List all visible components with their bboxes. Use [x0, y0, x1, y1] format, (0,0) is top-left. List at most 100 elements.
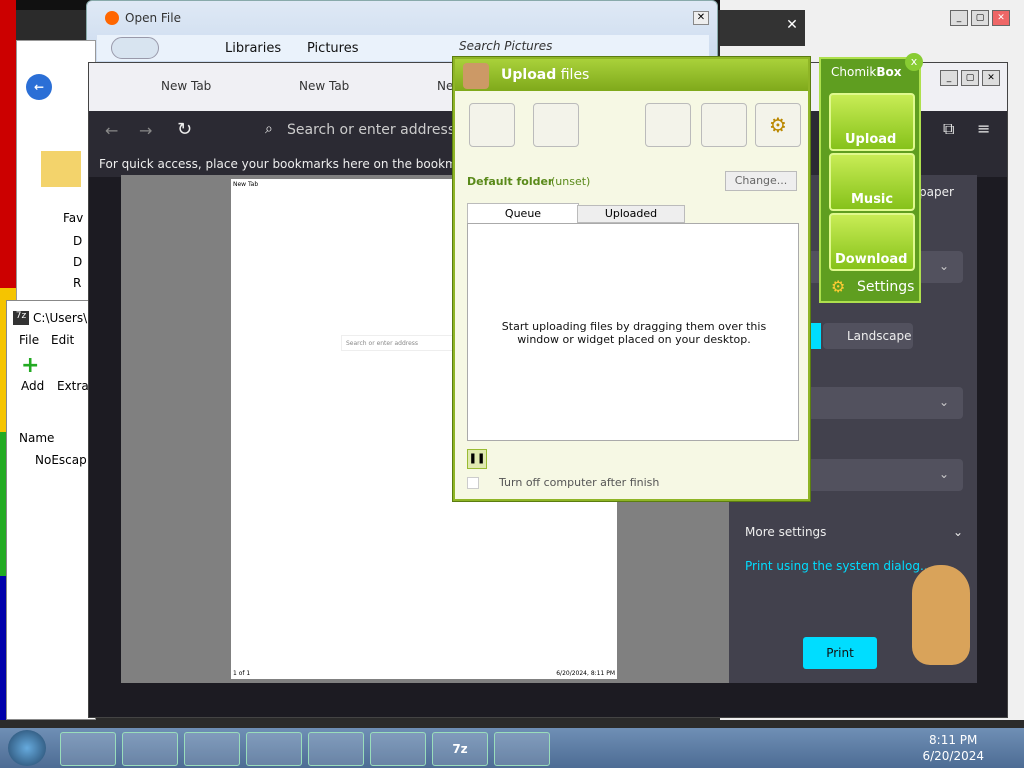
7zip-icon: 7z: [13, 311, 29, 325]
firefox-icon: [105, 11, 119, 25]
tab-queue[interactable]: Queue: [467, 203, 579, 225]
tab-new-3[interactable]: Ne: [437, 79, 453, 93]
taskbar-item[interactable]: [184, 732, 240, 766]
column-name[interactable]: Name: [19, 431, 54, 445]
close-icon[interactable]: ✕: [783, 18, 801, 34]
chevron-down-icon[interactable]: ⌄: [953, 525, 963, 539]
title-rest: files: [556, 67, 590, 83]
back-forward-icon[interactable]: [111, 37, 159, 59]
upload-button[interactable]: Upload: [829, 93, 915, 151]
hamster-mascot: [912, 565, 970, 665]
search-input[interactable]: Search Pictures: [459, 39, 699, 57]
clipboard-icon[interactable]: [701, 103, 747, 147]
page-header: New Tab: [233, 181, 259, 188]
menu-file[interactable]: File: [19, 333, 39, 347]
default-folder-label: Default folder: [467, 175, 554, 188]
maximize-button[interactable]: ▢: [971, 10, 989, 26]
reload-icon[interactable]: ↻: [177, 119, 192, 140]
close-icon[interactable]: x: [905, 53, 923, 71]
favorites[interactable]: Fav: [63, 211, 83, 225]
download-button[interactable]: Download: [829, 213, 915, 271]
close-button[interactable]: ✕: [693, 11, 709, 25]
nav-item[interactable]: R: [73, 276, 81, 290]
widget-title: ChomikBox: [831, 65, 901, 79]
settings-button[interactable]: Settings: [857, 279, 914, 295]
title-b: Box: [876, 65, 902, 79]
queue-list: Start uploading files by dragging them o…: [467, 223, 799, 441]
dialog-title: Open File: [125, 11, 181, 25]
upload-window: Upload files ⚙ Default folder (unset) Ch…: [453, 57, 810, 501]
taskbar: 7z 8:11 PM 6/20/2024: [0, 728, 1024, 768]
7zip-icon[interactable]: 7z: [432, 732, 488, 766]
clock[interactable]: 8:11 PM 6/20/2024: [922, 732, 984, 764]
hamster-icon[interactable]: [645, 103, 691, 147]
minimize-button[interactable]: _: [950, 10, 968, 26]
nav-item[interactable]: D: [73, 255, 82, 269]
extract-button[interactable]: Extra: [57, 379, 89, 393]
chevron-down-icon: ⌄: [938, 467, 949, 481]
explorer-icon[interactable]: [370, 732, 426, 766]
time: 8:11 PM: [929, 733, 978, 747]
chomikbox-widget: ChomikBox x Upload Music Download ⚙ Sett…: [819, 53, 923, 303]
extensions-icon[interactable]: ⧉: [943, 119, 954, 139]
tab-new-1[interactable]: New Tab: [161, 79, 211, 93]
folder-icon: [41, 151, 81, 187]
crumb-pictures[interactable]: Pictures: [307, 41, 358, 56]
organize-menu[interactable]: Organiz: [39, 125, 85, 139]
date: 6/20/2024: [922, 749, 984, 763]
gear-icon[interactable]: ⚙: [831, 277, 845, 296]
chomikbox-icon[interactable]: [308, 732, 364, 766]
shutdown-label: Turn off computer after finish: [499, 476, 660, 489]
maximize-button[interactable]: ▢: [961, 70, 979, 86]
7zip-window: C:\Users\ 7z File Edit + Add Extra Name …: [6, 300, 96, 720]
menu-icon[interactable]: ≡: [977, 119, 990, 138]
menu-edit[interactable]: Edit: [51, 333, 74, 347]
change-button[interactable]: Change...: [725, 171, 797, 191]
tab-new-2[interactable]: New Tab: [299, 79, 349, 93]
add-file-icon[interactable]: [469, 103, 515, 147]
page-footer-left: 1 of 1: [233, 670, 251, 677]
search-icon: ⌕: [265, 121, 273, 137]
gear-icon[interactable]: ⚙: [755, 103, 801, 147]
title-a: Chomik: [831, 65, 877, 79]
add-folder-icon[interactable]: [533, 103, 579, 147]
title-bold: Upload: [501, 67, 557, 83]
orientation-indicator: [809, 323, 821, 349]
start-button[interactable]: [8, 730, 46, 766]
add-button[interactable]: Add: [21, 379, 44, 393]
minimize-button[interactable]: _: [940, 70, 958, 86]
background-titlebar: ✕: [720, 10, 805, 46]
page-search: Search or enter address: [341, 335, 461, 351]
chevron-down-icon: ⌄: [938, 395, 949, 409]
back-icon[interactable]: ←: [105, 121, 118, 140]
hamster-icon: [463, 63, 489, 89]
more-settings[interactable]: More settings: [745, 525, 826, 539]
chevron-down-icon: ⌄: [938, 259, 949, 273]
back-icon[interactable]: ←: [26, 74, 52, 100]
print-button[interactable]: Print: [803, 637, 877, 669]
landscape-button[interactable]: Landscape: [823, 323, 913, 349]
empty-message: Start uploading files by dragging them o…: [501, 320, 767, 346]
nav-item[interactable]: D: [73, 234, 82, 248]
forward-icon[interactable]: →: [139, 121, 152, 140]
window-title: C:\Users\: [33, 311, 88, 325]
pause-icon[interactable]: ❚❚: [467, 449, 487, 469]
close-button[interactable]: ✕: [982, 70, 1000, 86]
taskbar-item[interactable]: [60, 732, 116, 766]
system-dialog-link[interactable]: Print using the system dialog...: [745, 559, 931, 573]
crumb-libraries[interactable]: Libraries: [225, 41, 281, 56]
tab-uploaded[interactable]: Uploaded: [577, 205, 685, 223]
title-bar: Upload files: [455, 59, 808, 91]
music-button[interactable]: Music: [829, 153, 915, 211]
page-footer-right: 6/20/2024, 8:11 PM: [556, 670, 615, 677]
list-item[interactable]: NoEscap: [35, 453, 87, 467]
close-button[interactable]: ✕: [992, 10, 1010, 26]
label: Download: [835, 252, 908, 267]
add-icon[interactable]: +: [21, 353, 39, 378]
label: Music: [851, 192, 894, 207]
upload-icon[interactable]: [494, 732, 550, 766]
default-folder-value: (unset): [551, 175, 591, 188]
firefox-icon[interactable]: [246, 732, 302, 766]
shutdown-checkbox[interactable]: [467, 477, 479, 489]
taskbar-item[interactable]: [122, 732, 178, 766]
